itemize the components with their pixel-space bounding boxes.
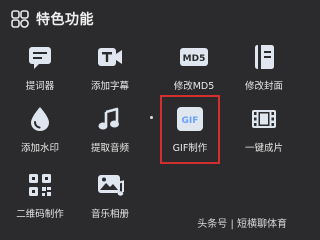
- feature-extract-audio[interactable]: 提取音频: [75, 100, 145, 160]
- section-title: 特色功能: [36, 12, 94, 28]
- watermark-text: 头条号 | 短横聊体育: [197, 219, 287, 230]
- watermark-drop-icon: [25, 104, 55, 134]
- feature-watermark[interactable]: 添加水印: [5, 100, 75, 160]
- feature-qr-code[interactable]: 二维码制作: [5, 166, 75, 226]
- extract-audio-icon: [95, 104, 125, 134]
- feature-label: 添加水印: [20, 143, 59, 154]
- feature-label: 提词器: [25, 81, 55, 92]
- decorative-dot: [150, 116, 153, 119]
- feature-label: 一键成片: [244, 143, 283, 154]
- feature-label: 二维码制作: [16, 209, 64, 220]
- qr-code-icon: [25, 170, 55, 200]
- feature-teleprompter[interactable]: 提词器: [5, 38, 75, 98]
- teleprompter-icon: [25, 42, 55, 72]
- section-header: 特色功能: [11, 8, 94, 30]
- feature-label: 修改封面: [244, 81, 283, 92]
- feature-cover[interactable]: 修改封面: [229, 38, 299, 98]
- feature-label: 提取音频: [90, 143, 129, 154]
- md5-icon: MD5: [179, 42, 209, 72]
- music-album-icon: [95, 170, 125, 200]
- feature-label: 修改MD5: [173, 81, 215, 92]
- film-strip-icon: [249, 104, 279, 134]
- add-subtitle-icon: [95, 42, 125, 72]
- feature-music-album[interactable]: 音乐相册: [75, 166, 145, 226]
- apps-grid-icon: [11, 10, 29, 28]
- feature-label: 音乐相册: [90, 209, 129, 220]
- md5-badge-text: MD5: [183, 54, 206, 64]
- selection-highlight: [160, 95, 220, 164]
- feature-label: 添加字幕: [90, 81, 129, 92]
- cover-icon: [249, 42, 279, 72]
- feature-md5[interactable]: MD5 修改MD5: [159, 38, 229, 98]
- feature-add-subtitle[interactable]: 添加字幕: [75, 38, 145, 98]
- feature-one-click-video[interactable]: 一键成片: [229, 100, 299, 160]
